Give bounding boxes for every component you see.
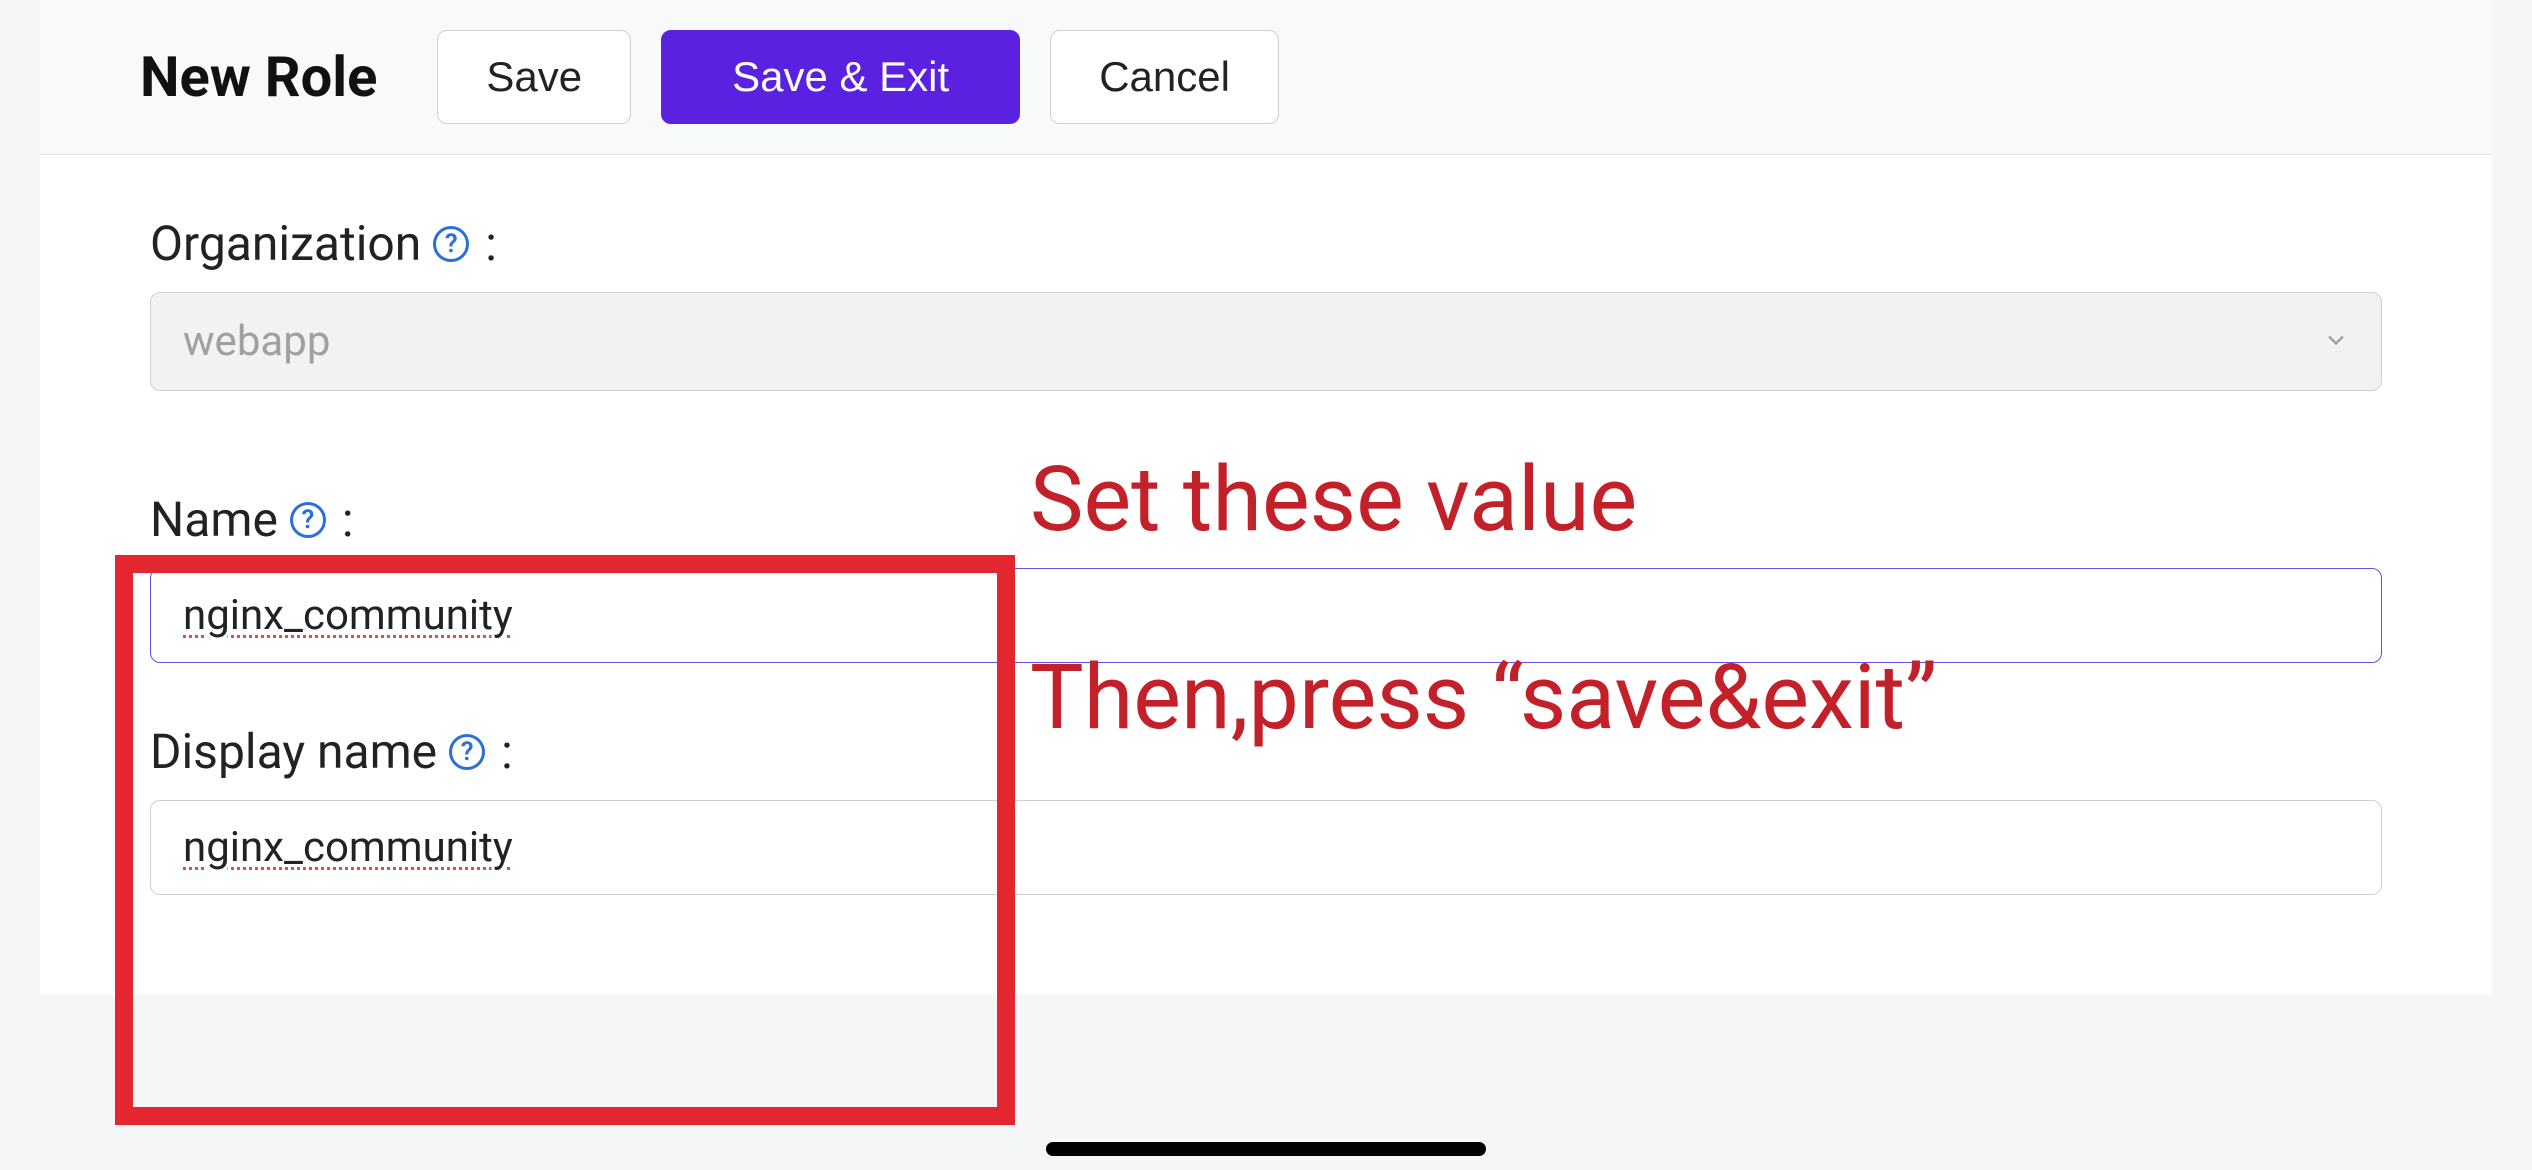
help-icon[interactable]: ? <box>433 226 469 262</box>
help-icon[interactable]: ? <box>449 734 485 770</box>
label-colon: : <box>342 491 354 548</box>
main-content: Organization ? : webapp Name ? : nginx_c… <box>40 155 2492 995</box>
annotation-text-line1: Set these value <box>1030 450 1637 549</box>
label-colon: : <box>485 215 497 272</box>
label-colon: : <box>501 723 513 780</box>
name-input-value: nginx_community <box>183 591 513 640</box>
organization-select: webapp <box>150 292 2382 391</box>
save-button[interactable]: Save <box>437 30 631 124</box>
save-and-exit-button[interactable]: Save & Exit <box>661 30 1020 124</box>
display-name-label-text: Display name <box>150 723 437 780</box>
organization-label-text: Organization <box>150 215 421 272</box>
organization-select-wrapper: webapp <box>150 292 2382 391</box>
cancel-button[interactable]: Cancel <box>1050 30 1279 124</box>
header-bar: New Role Save Save & Exit Cancel <box>40 0 2492 155</box>
organization-group: Organization ? : webapp <box>150 215 2382 391</box>
annotation-text-line2: Then,press “save&exit” <box>1030 648 1937 747</box>
display-name-input-value: nginx_community <box>183 823 513 872</box>
page-title: New Role <box>140 44 377 110</box>
home-indicator <box>1046 1142 1486 1156</box>
name-label-text: Name <box>150 491 278 548</box>
organization-label: Organization ? : <box>150 215 2382 272</box>
help-icon[interactable]: ? <box>290 502 326 538</box>
display-name-input[interactable]: nginx_community <box>150 800 2382 895</box>
